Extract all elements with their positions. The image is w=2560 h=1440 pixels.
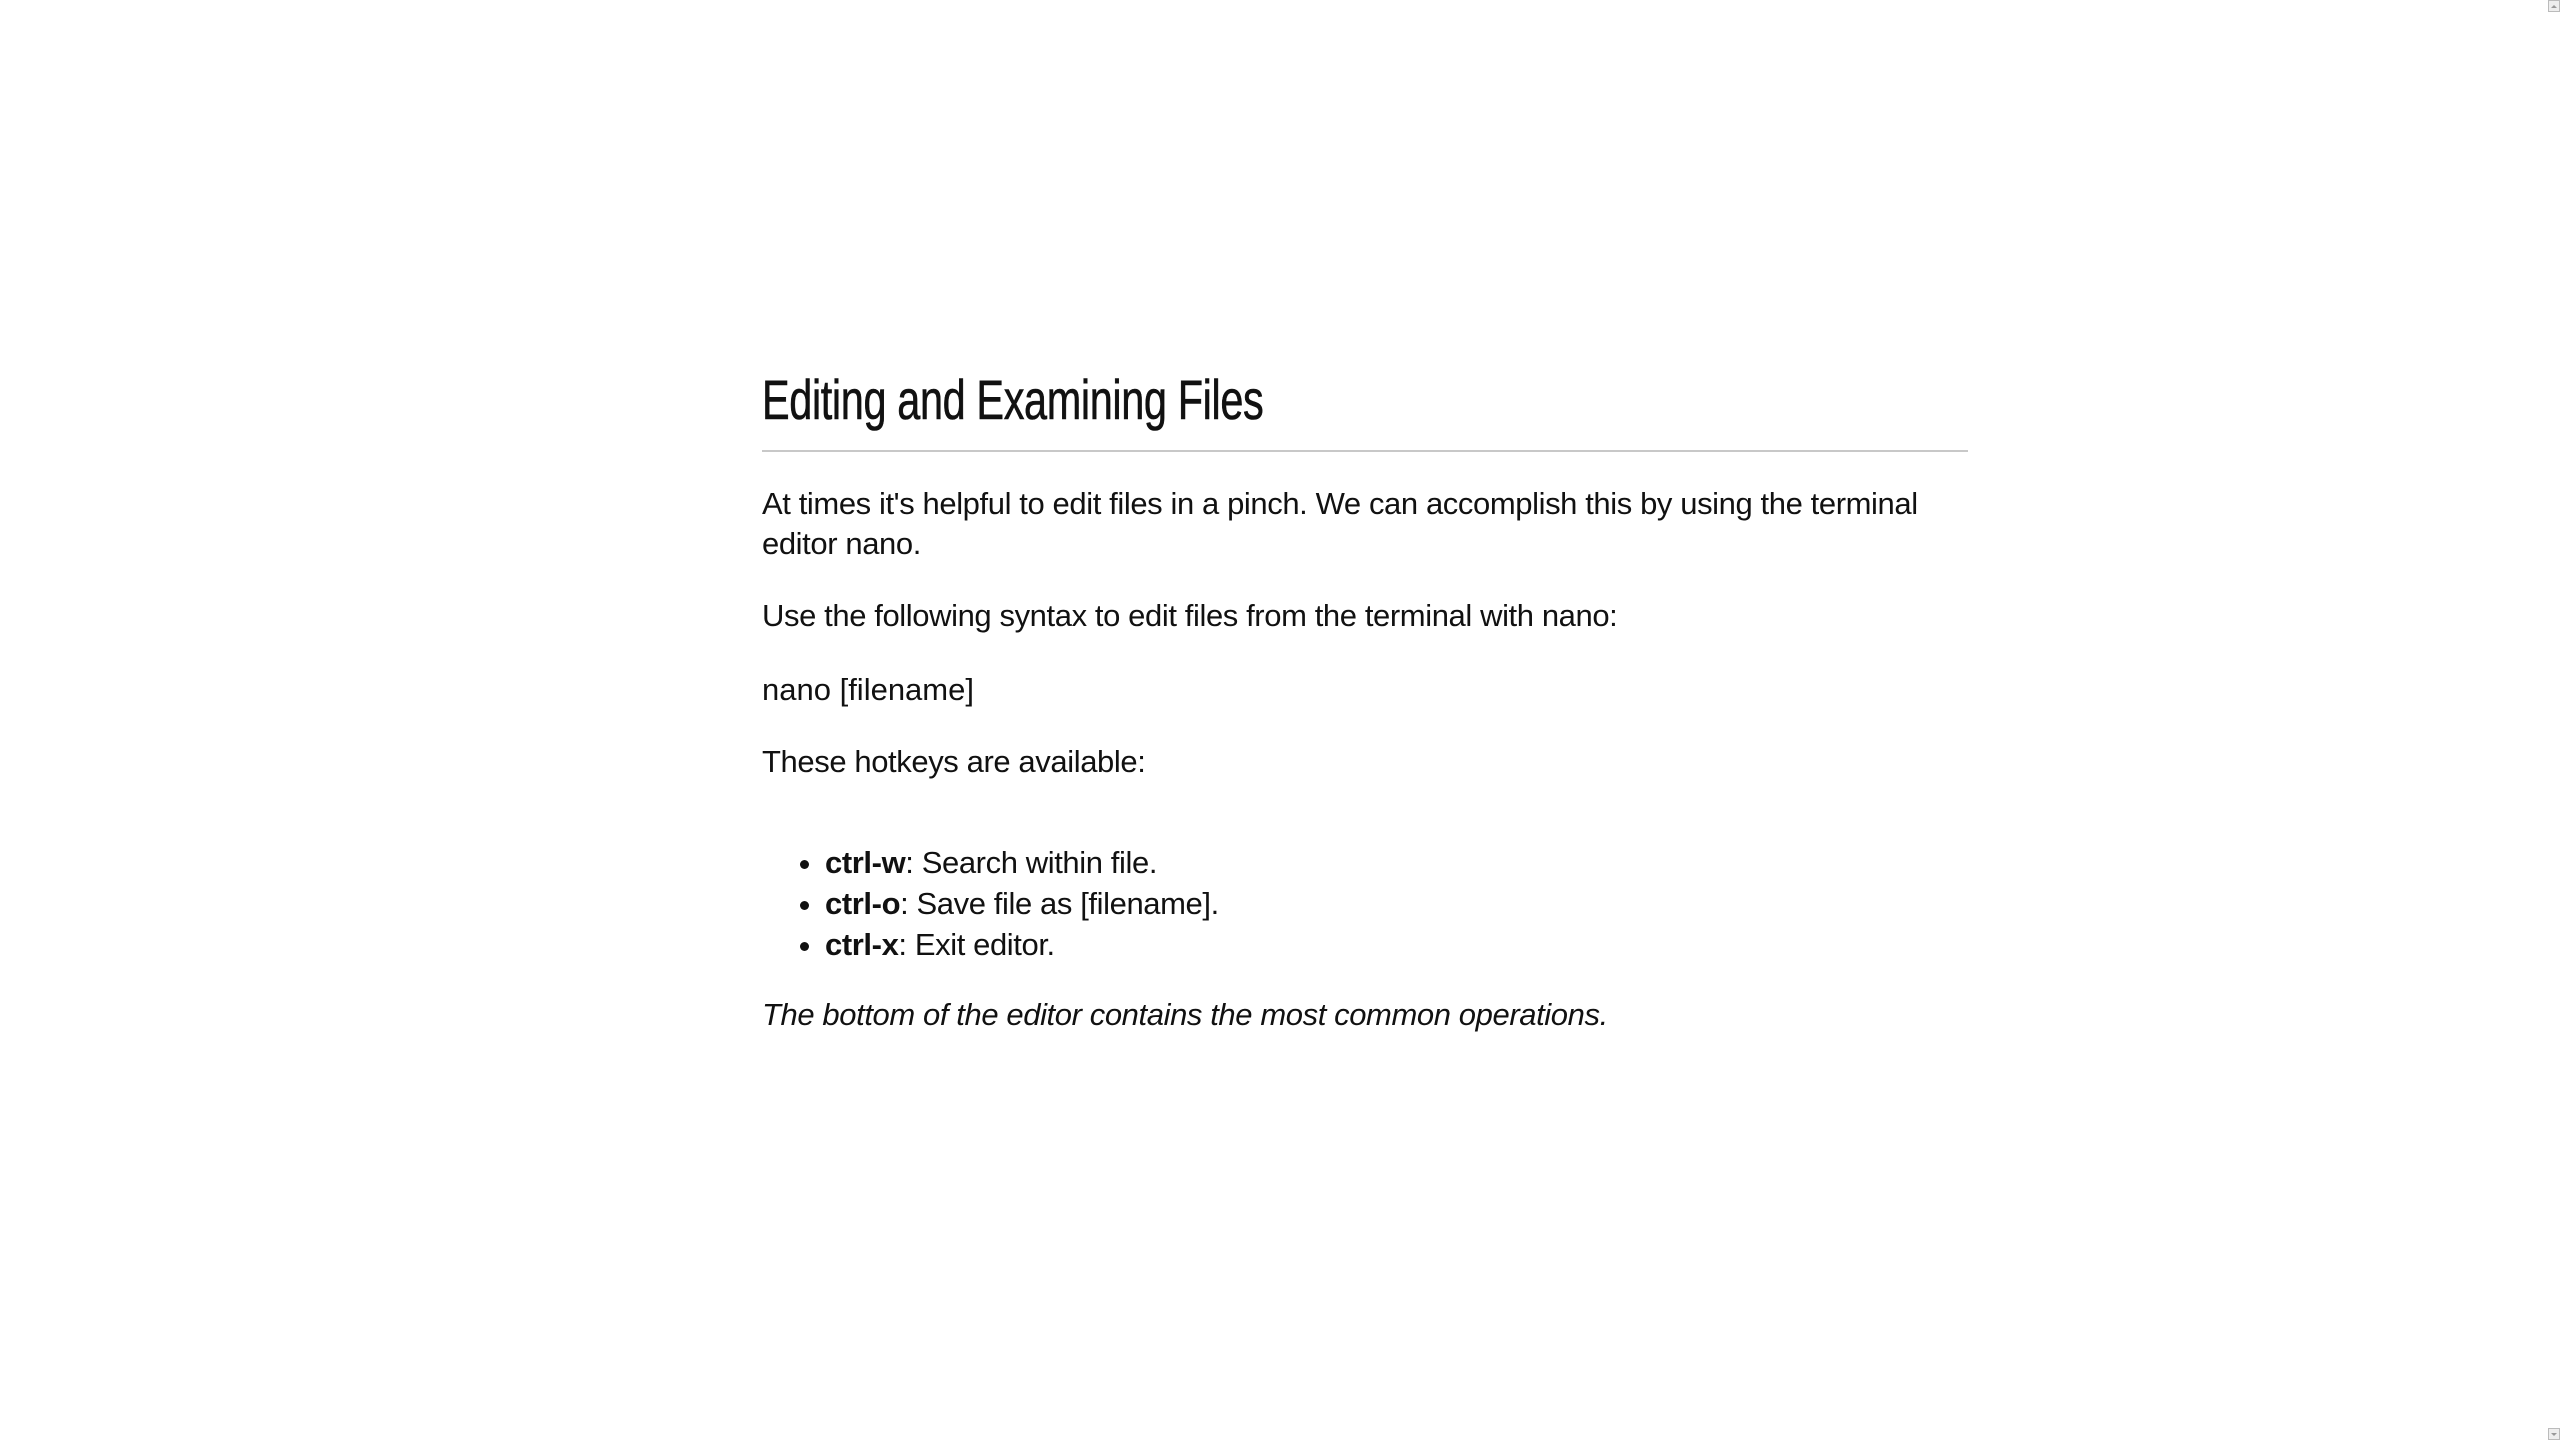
- title-divider: [762, 450, 1968, 452]
- hotkey-description: : Save file as [filename].: [900, 886, 1219, 921]
- hotkey-description: : Exit editor.: [898, 927, 1055, 962]
- scroll-down-arrow-icon[interactable]: [2548, 1428, 2560, 1440]
- intro-paragraph: At times it's helpful to edit files in a…: [762, 486, 1918, 561]
- hotkey-description: : Search within file.: [905, 845, 1158, 880]
- scroll-up-arrow-icon[interactable]: [2548, 0, 2560, 12]
- hotkey-list: ctrl-w: Search within file. ctrl-o: Save…: [762, 842, 1968, 965]
- hotkeys-intro-paragraph: These hotkeys are available:: [762, 744, 1146, 779]
- list-item: ctrl-w: Search within file.: [825, 842, 1968, 883]
- note-paragraph: The bottom of the editor contains the mo…: [762, 997, 1608, 1032]
- hotkey-key: ctrl-w: [825, 845, 906, 880]
- hotkey-key: ctrl-x: [825, 927, 899, 962]
- page-title: Editing and Examining Files: [762, 368, 1264, 432]
- hotkey-key: ctrl-o: [825, 886, 901, 921]
- document-content: Editing and Examining Files At times it'…: [762, 360, 1968, 1035]
- syntax-example: nano [filename]: [762, 672, 974, 707]
- syntax-intro-paragraph: Use the following syntax to edit files f…: [762, 598, 1618, 633]
- list-item: ctrl-x: Exit editor.: [825, 924, 1968, 965]
- list-item: ctrl-o: Save file as [filename].: [825, 883, 1968, 924]
